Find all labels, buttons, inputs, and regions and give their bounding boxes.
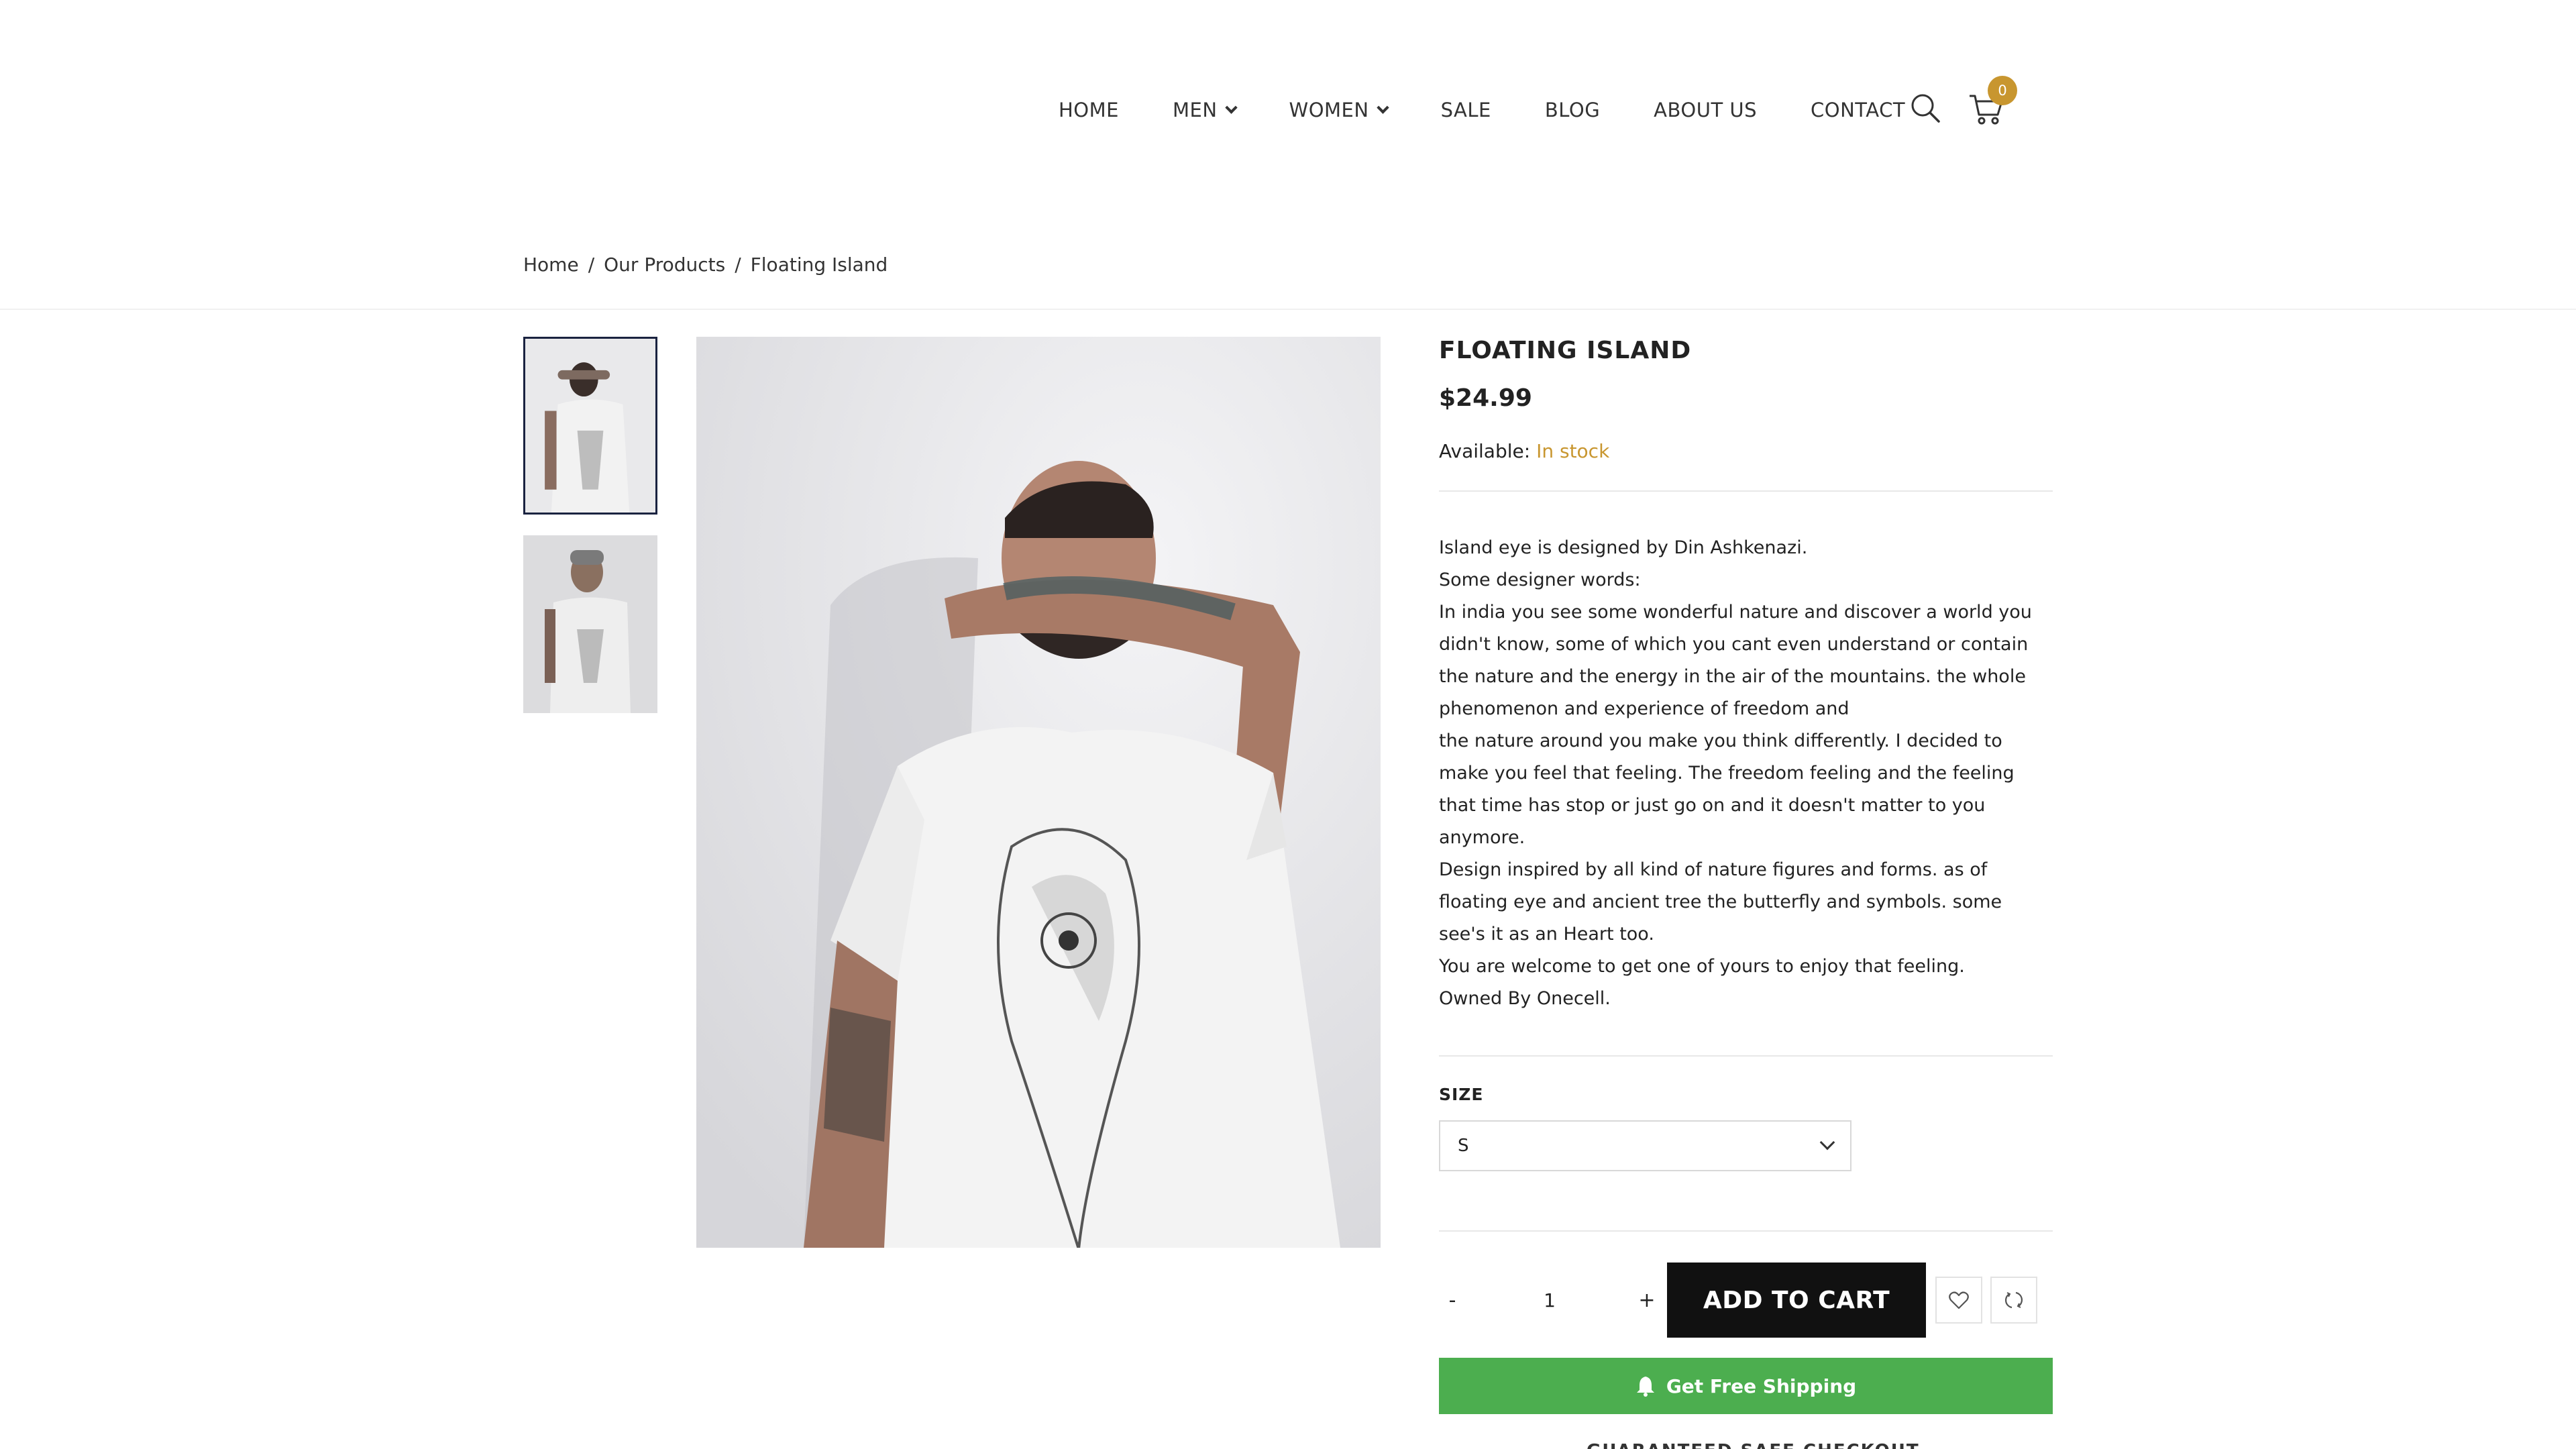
- divider: [1439, 1055, 2053, 1057]
- main-nav: HOME MEN WOMEN SALE BLOG ABOUT US CONTAC…: [1059, 94, 1905, 126]
- cart-count-badge: 0: [1988, 76, 2017, 105]
- product-title: FLOATING ISLAND: [1439, 337, 1692, 364]
- breadcrumb-home[interactable]: Home: [523, 254, 579, 276]
- description-line: You are welcome to get one of yours to e…: [1439, 956, 1965, 977]
- divider: [1439, 1230, 2053, 1232]
- availability-label: Available:: [1439, 440, 1531, 462]
- breadcrumb-our-products[interactable]: Our Products: [604, 254, 725, 276]
- bell-icon: [1636, 1377, 1654, 1397]
- wishlist-button[interactable]: [1935, 1277, 1982, 1324]
- owned-by: Owned By Onecell.: [1439, 988, 1611, 1009]
- compare-icon: [2004, 1291, 2023, 1309]
- description-line: the nature around you make you think dif…: [1439, 731, 2015, 848]
- free-shipping-button[interactable]: Get Free Shipping: [1439, 1358, 2053, 1414]
- nav-label: HOME: [1059, 99, 1119, 121]
- nav-contact[interactable]: CONTACT: [1811, 99, 1905, 121]
- product-thumbnail-1[interactable]: [523, 337, 657, 515]
- heart-icon: [1949, 1291, 1969, 1309]
- description-line: Design inspired by all kind of nature fi…: [1439, 859, 2002, 945]
- product-main-image[interactable]: [696, 337, 1381, 1248]
- qty-increase-button[interactable]: +: [1633, 1289, 1660, 1312]
- divider: [1439, 490, 2053, 492]
- nav-label: CONTACT: [1811, 99, 1906, 121]
- quantity-input[interactable]: 1: [1466, 1289, 1633, 1311]
- nav-sale[interactable]: SALE: [1441, 99, 1491, 121]
- chevron-down-icon: [1819, 1134, 1835, 1150]
- nav-label: SALE: [1440, 99, 1491, 121]
- breadcrumb-separator: /: [588, 254, 595, 276]
- breadcrumb: Home / Our Products / Floating Island: [523, 254, 888, 276]
- header-divider: [0, 309, 2576, 310]
- product-info: FLOATING ISLAND $24.99 Available: In sto…: [1439, 337, 2053, 1232]
- guaranteed-checkout-label: GUARANTEED SAFE CHECKOUT: [1587, 1441, 1920, 1449]
- nav-label: ABOUT US: [1654, 99, 1758, 121]
- compare-button[interactable]: [1990, 1277, 2037, 1324]
- free-shipping-label: Get Free Shipping: [1666, 1375, 1857, 1397]
- size-selected-value: S: [1458, 1136, 1469, 1156]
- add-to-cart-row: - 1 + ADD TO CART: [1439, 1263, 2037, 1338]
- chevron-down-icon: [1224, 101, 1238, 114]
- nav-blog[interactable]: BLOG: [1545, 99, 1600, 121]
- description-line: Island eye is designed by Din Ashkenazi.: [1439, 537, 1808, 558]
- size-label: SIZE: [1439, 1085, 1484, 1104]
- product-page: HOME MEN WOMEN SALE BLOG ABOUT US CONTAC…: [0, 0, 2576, 1449]
- nav-men[interactable]: MEN: [1172, 99, 1238, 121]
- add-to-cart-button[interactable]: ADD TO CART: [1667, 1263, 1926, 1338]
- size-select[interactable]: S: [1439, 1120, 1851, 1171]
- description-line: In india you see some wonderful nature a…: [1439, 602, 2032, 719]
- search-icon[interactable]: [1909, 92, 1941, 124]
- nav-label: MEN: [1172, 99, 1218, 121]
- description-line: Some designer words:: [1439, 570, 1641, 590]
- nav-label: BLOG: [1544, 99, 1601, 121]
- availability: Available: In stock: [1439, 440, 2053, 462]
- breadcrumb-current: Floating Island: [750, 254, 888, 276]
- product-price: $24.99: [1439, 384, 1532, 412]
- qty-decrease-button[interactable]: -: [1439, 1289, 1466, 1312]
- product-description: Island eye is designed by Din Ashkenazi.…: [1439, 532, 2053, 1015]
- chevron-down-icon: [1376, 101, 1389, 114]
- nav-label: WOMEN: [1289, 99, 1369, 121]
- nav-women[interactable]: WOMEN: [1289, 99, 1389, 121]
- nav-about-us[interactable]: ABOUT US: [1654, 99, 1757, 121]
- stock-status: In stock: [1536, 440, 1610, 462]
- product-thumbnail-2[interactable]: [523, 535, 657, 713]
- breadcrumb-separator: /: [735, 254, 741, 276]
- nav-home[interactable]: HOME: [1059, 99, 1119, 121]
